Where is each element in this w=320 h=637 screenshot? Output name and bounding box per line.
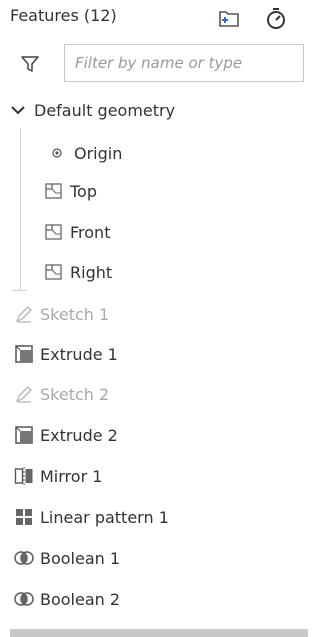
feature-label: Boolean 1: [40, 548, 121, 568]
tree-item-label: Origin: [74, 143, 123, 163]
feature-label: Mirror 1: [40, 466, 103, 486]
rollback-bar[interactable]: [10, 629, 308, 637]
tree-item-label: Top: [70, 181, 97, 201]
feature-linear-pattern-1[interactable]: Linear pattern 1: [0, 497, 320, 537]
extrude-icon: [14, 344, 34, 364]
feature-extrude-2[interactable]: Extrude 2: [0, 415, 320, 455]
sketch-pencil-icon: [14, 384, 34, 404]
feature-boolean-2[interactable]: Boolean 2: [0, 579, 320, 619]
tree-item-label: Right: [70, 262, 113, 282]
chevron-down-icon[interactable]: [10, 100, 26, 120]
filter-icon[interactable]: [20, 54, 40, 78]
feature-sketch-1[interactable]: Sketch 1: [0, 294, 320, 334]
extrude-icon: [14, 425, 34, 445]
feature-list-header: Features (12): [0, 0, 312, 40]
feature-extrude-1[interactable]: Extrude 1: [0, 334, 320, 374]
tree-item-label: Front: [70, 222, 111, 242]
origin-point-icon: [50, 143, 64, 163]
boolean-icon: [14, 589, 34, 609]
plane-icon: [44, 262, 64, 282]
feature-label: Extrude 1: [40, 344, 118, 364]
mirror-icon: [14, 466, 34, 486]
tree-item-right[interactable]: Right: [0, 252, 320, 292]
plane-icon: [44, 181, 64, 201]
rollback-timer-icon[interactable]: [264, 6, 288, 34]
tree-item-top[interactable]: Top: [0, 171, 320, 211]
feature-boolean-1[interactable]: Boolean 1: [0, 538, 320, 578]
feature-label: Boolean 2: [40, 589, 121, 609]
boolean-icon: [14, 548, 34, 568]
filter-row: [0, 44, 312, 88]
linear-pattern-icon: [14, 507, 34, 527]
tree-item-front[interactable]: Front: [0, 212, 320, 252]
feature-label: Extrude 2: [40, 425, 118, 445]
plane-icon: [44, 222, 64, 242]
feature-mirror-1[interactable]: Mirror 1: [0, 456, 320, 496]
feature-sketch-2[interactable]: Sketch 2: [0, 374, 320, 414]
tree-group-default-geometry[interactable]: Default geometry: [0, 90, 320, 130]
feature-label: Sketch 2: [40, 384, 110, 404]
features-title: Features (12): [10, 6, 117, 25]
sketch-pencil-icon: [14, 304, 34, 324]
feature-label: Linear pattern 1: [40, 507, 169, 527]
add-folder-icon[interactable]: [218, 8, 240, 32]
tree-item-origin[interactable]: Origin: [0, 133, 320, 173]
filter-input[interactable]: [64, 44, 304, 82]
tree-group-label: Default geometry: [34, 100, 176, 120]
feature-label: Sketch 1: [40, 304, 110, 324]
